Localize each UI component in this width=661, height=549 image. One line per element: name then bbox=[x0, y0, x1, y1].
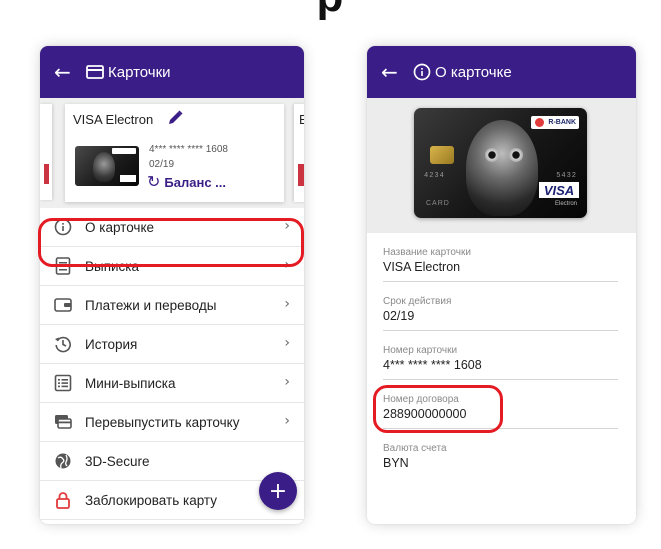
card-name: VISA Electron bbox=[73, 112, 154, 127]
card-thumbnail bbox=[75, 146, 139, 186]
card-carousel[interactable]: VISA Electron 4*** **** **** 1608 02/19 … bbox=[40, 98, 304, 208]
field-value: 288900000000 bbox=[383, 407, 467, 421]
menu-item-label: 3D-Secure bbox=[85, 453, 150, 469]
field-label: Срок действия bbox=[383, 296, 452, 307]
field-value: 4*** **** **** 1608 bbox=[383, 358, 482, 372]
card-image: R-BANK 4234 5432 CARD VISA Electron bbox=[414, 108, 587, 218]
menu-item-label: О карточке bbox=[85, 219, 155, 235]
globe-icon bbox=[53, 451, 73, 471]
app-bar: ← О карточке bbox=[367, 46, 636, 98]
card-tile[interactable]: VISA Electron 4*** **** **** 1608 02/19 … bbox=[65, 104, 284, 202]
cards-screen: ← Карточки VISA Electron 4*** **** **** … bbox=[40, 46, 304, 524]
back-arrow-icon[interactable]: ← bbox=[381, 62, 405, 82]
card-reissue-icon bbox=[53, 412, 73, 432]
previous-card-peek[interactable] bbox=[40, 104, 52, 200]
card-menu: О карточке › Выписка › Платежи и перевод… bbox=[40, 208, 304, 520]
owl-artwork bbox=[466, 120, 538, 216]
menu-item-statement[interactable]: Выписка › bbox=[40, 247, 304, 286]
field-expiry: Срок действия 02/19 bbox=[383, 282, 618, 331]
bank-logo: R-BANK bbox=[531, 116, 579, 129]
card-info-list: Название карточки VISA Electron Срок дей… bbox=[367, 233, 636, 478]
history-icon bbox=[53, 334, 73, 354]
chevron-right-icon: › bbox=[284, 257, 290, 273]
visa-logo: VISA bbox=[539, 182, 579, 198]
screenshot-canvas: р ← Карточки VISA Electron 4* bbox=[0, 0, 661, 549]
card-expiry: 02/19 bbox=[149, 159, 175, 170]
menu-item-payments[interactable]: Платежи и переводы › bbox=[40, 286, 304, 325]
card-image-digits-right: 5432 bbox=[556, 172, 577, 180]
chip-icon bbox=[430, 146, 454, 164]
menu-item-about-card[interactable]: О карточке › bbox=[40, 208, 304, 247]
cropped-title-strip: р bbox=[0, 0, 661, 40]
page-title: Карточки bbox=[108, 63, 171, 81]
menu-item-3d-secure[interactable]: 3D-Secure bbox=[40, 442, 304, 481]
next-card-peek-text: E bbox=[299, 112, 304, 127]
balance-button[interactable]: ↻ Баланс ... bbox=[147, 174, 226, 190]
menu-item-label: Мини-выписка bbox=[85, 375, 176, 391]
menu-item-history[interactable]: История › bbox=[40, 325, 304, 364]
field-label: Название карточки bbox=[383, 247, 471, 258]
field-card-number: Номер карточки 4*** **** **** 1608 bbox=[383, 331, 618, 380]
info-icon bbox=[413, 63, 431, 81]
page-title: О карточке bbox=[435, 63, 512, 81]
card-masked-number: 4*** **** **** 1608 bbox=[149, 144, 228, 155]
menu-item-mini-statement[interactable]: Мини-выписка › bbox=[40, 364, 304, 403]
chevron-right-icon: › bbox=[284, 296, 290, 312]
list-icon bbox=[53, 373, 73, 393]
next-card-peek[interactable]: E bbox=[294, 104, 304, 202]
info-icon bbox=[53, 217, 73, 237]
field-value: BYN bbox=[383, 456, 409, 470]
card-image-word: CARD bbox=[426, 200, 450, 207]
field-card-name: Название карточки VISA Electron bbox=[383, 233, 618, 282]
card-icon bbox=[86, 65, 104, 79]
menu-item-label: Заблокировать карту bbox=[85, 492, 217, 508]
document-icon bbox=[53, 256, 73, 276]
back-arrow-icon[interactable]: ← bbox=[54, 62, 78, 82]
field-contract-number: Номер договора 288900000000 bbox=[383, 380, 618, 429]
balance-label: Баланс ... bbox=[164, 174, 226, 190]
wallet-icon bbox=[53, 295, 73, 315]
menu-item-label: Выписка bbox=[85, 258, 140, 274]
menu-item-label: Платежи и переводы bbox=[85, 297, 217, 313]
chevron-right-icon: › bbox=[284, 374, 290, 390]
app-bar: ← Карточки bbox=[40, 46, 304, 98]
card-details-screen: ← О карточке R-BANK 4234 5432 CARD VISA … bbox=[367, 46, 636, 524]
lock-icon bbox=[53, 490, 73, 510]
card-hero: R-BANK 4234 5432 CARD VISA Electron bbox=[367, 98, 636, 233]
field-value: VISA Electron bbox=[383, 260, 461, 274]
menu-item-reissue-card[interactable]: Перевыпустить карточку › bbox=[40, 403, 304, 442]
menu-item-label: Перевыпустить карточку bbox=[85, 414, 240, 430]
add-fab-button[interactable]: + bbox=[259, 472, 297, 510]
chevron-right-icon: › bbox=[284, 335, 290, 351]
field-label: Номер карточки bbox=[383, 345, 458, 356]
card-image-digits-left: 4234 bbox=[424, 172, 445, 180]
chevron-right-icon: › bbox=[284, 413, 290, 429]
field-label: Валюта счета bbox=[383, 443, 447, 454]
refresh-icon: ↻ bbox=[147, 172, 161, 191]
field-label: Номер договора bbox=[383, 394, 459, 405]
menu-item-label: История bbox=[85, 336, 138, 352]
field-account-currency: Валюта счета BYN bbox=[383, 429, 618, 478]
chevron-right-icon: › bbox=[284, 218, 290, 234]
cropped-title-glyphs: р bbox=[0, 0, 661, 22]
pencil-icon[interactable] bbox=[166, 109, 184, 132]
electron-label: Electron bbox=[554, 201, 577, 207]
field-value: 02/19 bbox=[383, 309, 415, 323]
